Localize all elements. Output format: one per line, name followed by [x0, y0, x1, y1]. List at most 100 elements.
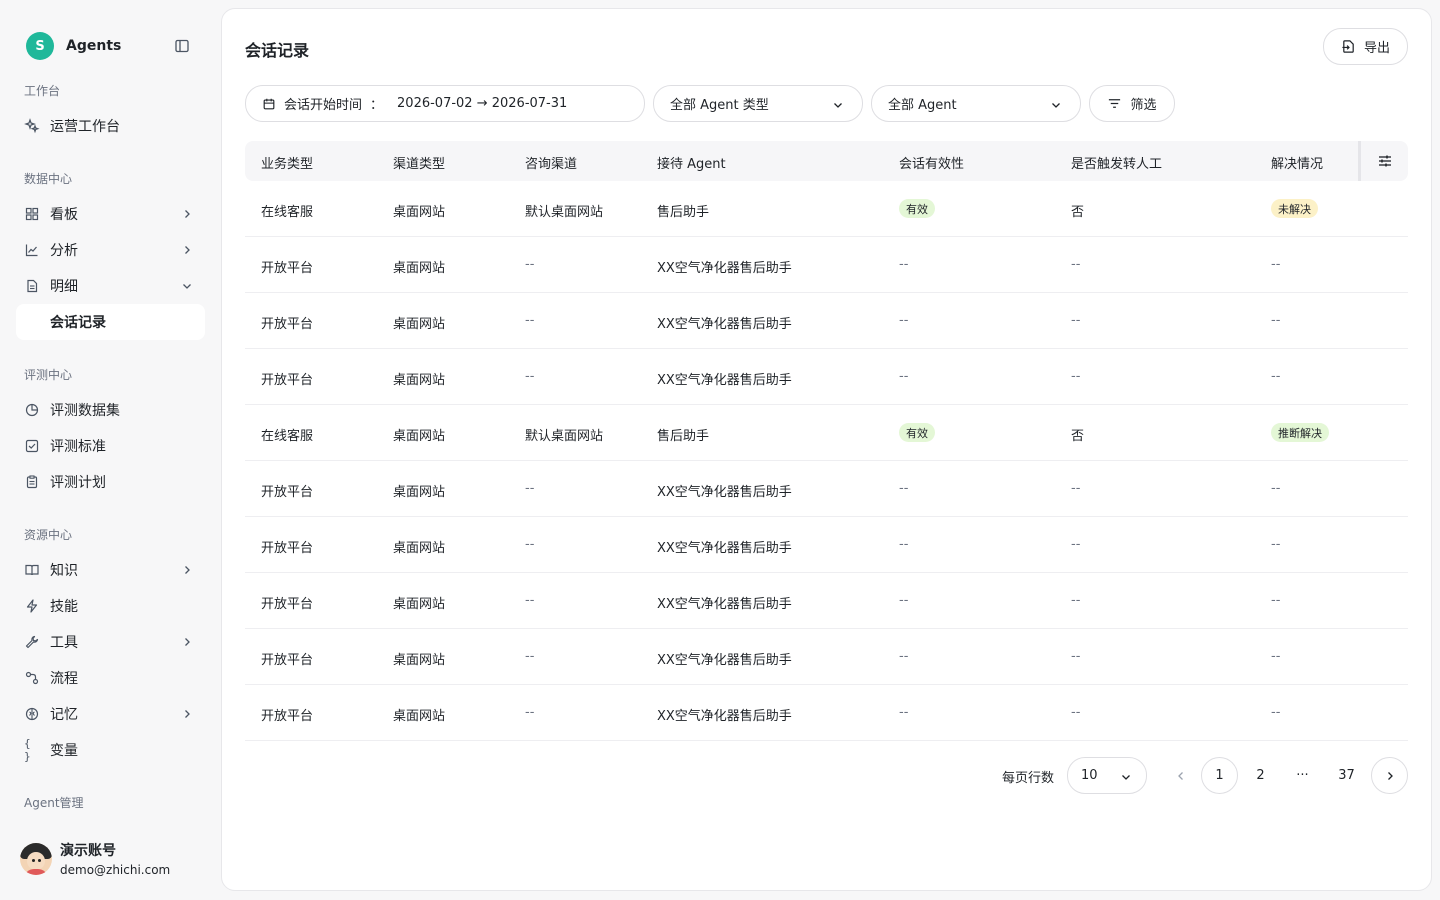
- table-cell: --: [1071, 257, 1081, 272]
- date-range-filter[interactable]: 会话开始时间 ： 2026-07-02 → 2026-07-31: [245, 85, 645, 122]
- brand-logo: S: [26, 32, 54, 60]
- table-cell: 桌面网站: [393, 373, 446, 388]
- prev-page-button[interactable]: [1162, 757, 1199, 794]
- table-cell: 在线客服: [261, 205, 314, 220]
- table-cell: 桌面网站: [393, 709, 446, 724]
- table-cell: 桌面网站: [393, 541, 446, 556]
- line-chart-icon: [24, 242, 40, 258]
- sidebar-item-skills[interactable]: 技能: [16, 588, 205, 624]
- braces-icon: { }: [24, 737, 31, 763]
- table-cell: --: [1071, 649, 1081, 664]
- table-cell: --: [1071, 313, 1081, 328]
- resolution-badge: 未解决: [1271, 199, 1318, 218]
- sidebar-item-memory[interactable]: 记忆: [16, 696, 205, 732]
- table-row[interactable]: 在线客服 桌面网站 默认桌面网站 售后助手 有效 否 推断解决: [245, 405, 1408, 461]
- sidebar-item-label: 记忆: [50, 707, 78, 723]
- rows-per-page-value: 10: [1081, 768, 1098, 783]
- table-cell: XX空气净化器售后助手: [657, 485, 792, 500]
- page-button-2[interactable]: 2: [1242, 757, 1279, 794]
- agent-type-select[interactable]: 全部 Agent 类型: [653, 85, 863, 122]
- table-cell: XX空气净化器售后助手: [657, 261, 792, 276]
- brand-name: Agents: [66, 38, 122, 54]
- table-row[interactable]: 开放平台 桌面网站 -- XX空气净化器售后助手 -- -- --: [245, 461, 1408, 517]
- column-header[interactable]: 渠道类型: [393, 153, 445, 172]
- table-row[interactable]: 开放平台 桌面网站 -- XX空气净化器售后助手 -- -- --: [245, 629, 1408, 685]
- filter-label: 筛选: [1130, 98, 1157, 113]
- agent-value: 全部 Agent: [888, 98, 957, 113]
- agent-select[interactable]: 全部 Agent: [871, 85, 1081, 122]
- agent-type-value: 全部 Agent 类型: [670, 98, 769, 113]
- page-button-last[interactable]: 37: [1328, 757, 1365, 794]
- sidebar-item-dashboard[interactable]: 看板: [16, 196, 205, 232]
- table-cell: --: [899, 537, 909, 552]
- table-row[interactable]: 开放平台 桌面网站 -- XX空气净化器售后助手 -- -- --: [245, 517, 1408, 573]
- sidebar-item-session-records[interactable]: 会话记录: [16, 304, 205, 340]
- sidebar-item-eval-dataset[interactable]: 评测数据集: [16, 392, 205, 428]
- validity-badge: 有效: [899, 423, 935, 442]
- table-cell: 桌面网站: [393, 317, 446, 332]
- sidebar-item-label: 分析: [50, 243, 78, 259]
- user-profile[interactable]: 演示账号 demo@zhichi.com: [20, 840, 170, 877]
- table-cell: --: [525, 537, 535, 552]
- page-ellipsis[interactable]: ···: [1284, 757, 1321, 794]
- sidebar-item-details[interactable]: 明细: [16, 268, 205, 304]
- column-settings-button[interactable]: [1358, 141, 1408, 181]
- sidebar-item-ops-workbench[interactable]: 运营工作台: [16, 108, 205, 144]
- table-cell: --: [525, 593, 535, 608]
- column-header[interactable]: 咨询渠道: [525, 153, 577, 172]
- nav-section-agent: Agent管理: [24, 796, 84, 810]
- chevron-right-icon: [181, 564, 193, 576]
- table-cell: --: [525, 649, 535, 664]
- sidebar-item-eval-plan[interactable]: 评测计划: [16, 464, 205, 500]
- column-header[interactable]: 会话有效性: [899, 153, 964, 172]
- sidebar-item-tools[interactable]: 工具: [16, 624, 205, 660]
- sidebar-toggle-icon[interactable]: [174, 38, 190, 54]
- sidebar-item-label: 知识: [50, 563, 78, 579]
- table-row[interactable]: 开放平台 桌面网站 -- XX空气净化器售后助手 -- -- --: [245, 237, 1408, 293]
- clipboard-icon: [24, 474, 40, 490]
- table-cell: --: [525, 481, 535, 496]
- sidebar-item-label: 会话记录: [50, 315, 106, 331]
- column-header[interactable]: 接待 Agent: [657, 153, 726, 172]
- sidebar-item-flow[interactable]: 流程: [16, 660, 205, 696]
- table-cell: --: [899, 481, 909, 496]
- table-row[interactable]: 开放平台 桌面网站 -- XX空气净化器售后助手 -- -- --: [245, 685, 1408, 741]
- sidebar-item-analysis[interactable]: 分析: [16, 232, 205, 268]
- table-cell: --: [1271, 537, 1281, 552]
- table-row[interactable]: 在线客服 桌面网站 默认桌面网站 售后助手 有效 否 未解决: [245, 181, 1408, 237]
- table-cell: 开放平台: [261, 709, 314, 724]
- column-header[interactable]: 解决情况: [1271, 153, 1323, 172]
- table-row[interactable]: 开放平台 桌面网站 -- XX空气净化器售后助手 -- -- --: [245, 573, 1408, 629]
- table-cell: --: [899, 705, 909, 720]
- table-cell: --: [1271, 705, 1281, 720]
- column-header[interactable]: 业务类型: [261, 153, 313, 172]
- table-cell: 否: [1071, 429, 1085, 444]
- export-button[interactable]: 导出: [1323, 28, 1408, 65]
- next-page-button[interactable]: [1371, 757, 1408, 794]
- sidebar-item-eval-standard[interactable]: 评测标准: [16, 428, 205, 464]
- pie-chart-icon: [24, 402, 40, 418]
- table-row[interactable]: 开放平台 桌面网站 -- XX空气净化器售后助手 -- -- --: [245, 349, 1408, 405]
- sidebar-item-knowledge[interactable]: 知识: [16, 552, 205, 588]
- table-cell: XX空气净化器售后助手: [657, 373, 792, 388]
- nav-section-workbench: 工作台: [24, 84, 61, 98]
- brand[interactable]: S Agents: [26, 32, 121, 60]
- table-cell: --: [899, 593, 909, 608]
- table-cell: --: [1071, 593, 1081, 608]
- sidebar-item-variables[interactable]: { } 变量: [16, 732, 205, 768]
- table-cell: --: [899, 313, 909, 328]
- table-cell: 桌面网站: [393, 261, 446, 276]
- export-icon: [1342, 40, 1354, 53]
- table-row[interactable]: 开放平台 桌面网站 -- XX空气净化器售后助手 -- -- --: [245, 293, 1408, 349]
- filter-button[interactable]: 筛选: [1089, 85, 1175, 122]
- date-filter-colon: ：: [370, 98, 384, 113]
- table-header: 业务类型 渠道类型 咨询渠道 接待 Agent 会话有效性 是否触发转人工 解决…: [245, 141, 1408, 181]
- page-button-1[interactable]: 1: [1201, 757, 1238, 794]
- table-cell: --: [525, 257, 535, 272]
- resolution-badge: 推断解决: [1271, 423, 1329, 442]
- user-name: 演示账号: [60, 843, 116, 859]
- table-cell: 桌面网站: [393, 653, 446, 668]
- column-header[interactable]: 是否触发转人工: [1071, 153, 1162, 172]
- rows-per-page-select[interactable]: 10: [1067, 757, 1147, 794]
- sidebar-item-label: 工具: [50, 635, 78, 651]
